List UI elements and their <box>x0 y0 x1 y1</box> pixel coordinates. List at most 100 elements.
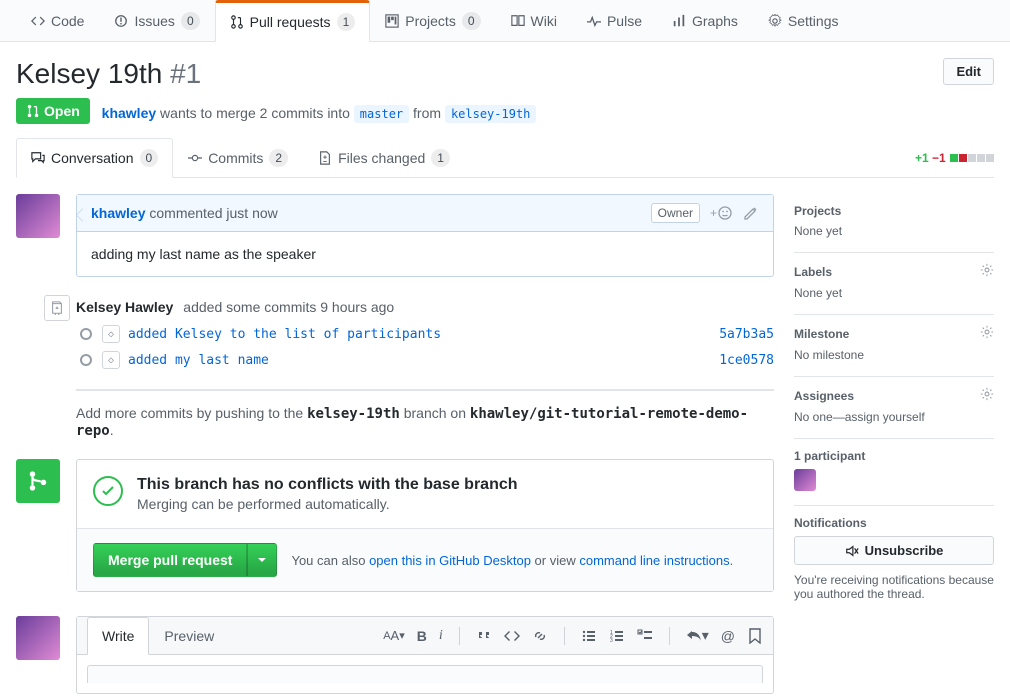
pr-number: #1 <box>170 58 201 89</box>
tab-code[interactable]: Code <box>16 2 99 39</box>
sidebar-projects-title: Projects <box>794 204 841 218</box>
svg-text:3: 3 <box>610 638 613 644</box>
tab-projects[interactable]: Projects 0 <box>370 1 495 40</box>
chevron-down-icon <box>258 558 266 566</box>
edit-button[interactable]: Edit <box>943 58 994 85</box>
diffbox <box>977 154 985 162</box>
projects-count: 0 <box>462 12 481 30</box>
tab-pull-requests[interactable]: Pull requests 1 <box>215 0 371 42</box>
state-badge: Open <box>16 98 90 124</box>
tab-wiki[interactable]: Wiki <box>496 2 572 39</box>
tab-settings-label: Settings <box>788 13 839 29</box>
project-icon <box>385 14 399 28</box>
avatar[interactable] <box>16 194 60 238</box>
avatar[interactable] <box>16 616 60 660</box>
tab-pulse[interactable]: Pulse <box>572 2 657 39</box>
unsubscribe-button[interactable]: Unsubscribe <box>794 536 994 565</box>
commit-row: ◇ added Kelsey to the list of participan… <box>76 321 774 347</box>
comment-author[interactable]: khawley <box>91 205 145 221</box>
head-branch[interactable]: kelsey-19th <box>445 105 536 123</box>
merge-dropdown-button[interactable] <box>247 543 277 577</box>
markdown-toolbar: AA▾ B i 123 ▾ <box>383 627 763 645</box>
tab-commits[interactable]: Commits 2 <box>173 138 303 177</box>
base-branch[interactable]: master <box>354 105 409 123</box>
sidebar-projects: Projects None yet <box>794 194 994 253</box>
files-count: 1 <box>431 149 450 167</box>
sidebar-assignees-title: Assignees <box>794 389 854 403</box>
commits-count: 2 <box>269 149 288 167</box>
conversation-count: 0 <box>140 149 159 167</box>
sidebar-labels-value: None yet <box>794 286 994 300</box>
sidebar-milestone-value: No milestone <box>794 348 994 362</box>
repo-icon: ◇ <box>102 351 120 369</box>
bold-button[interactable]: B <box>417 628 427 644</box>
preview-tab[interactable]: Preview <box>149 617 229 655</box>
sidebar-notifications: Notifications Unsubscribe You're receivi… <box>794 506 994 615</box>
push-hint-mid: branch on <box>400 405 470 421</box>
file-diff-icon <box>318 151 332 165</box>
sidebar-projects-value: None yet <box>794 224 994 238</box>
tab-issues[interactable]: Issues 0 <box>99 1 214 40</box>
edit-comment-button[interactable] <box>743 205 759 221</box>
merge-also-pre: You can also <box>291 553 369 568</box>
mute-icon <box>845 544 859 558</box>
tab-code-label: Code <box>51 13 84 29</box>
milestone-gear[interactable] <box>980 325 994 342</box>
commit-sha[interactable]: 5a7b3a5 <box>719 327 774 342</box>
sidebar-participants: 1 participant <box>794 439 994 506</box>
unsubscribe-label: Unsubscribe <box>865 543 944 558</box>
heading-button[interactable]: AA▾ <box>383 628 405 643</box>
reply-button[interactable]: ▾ <box>686 627 709 644</box>
sidebar-labels-title: Labels <box>794 265 832 279</box>
diffstat-minus: −1 <box>932 151 946 165</box>
merge-text-mid: wants to merge 2 commits into <box>156 105 354 121</box>
owner-badge: Owner <box>651 203 700 223</box>
open-desktop-link[interactable]: open this in GitHub Desktop <box>369 553 531 568</box>
commit-message[interactable]: added Kelsey to the list of participants <box>128 327 441 342</box>
comment-discussion-icon <box>31 151 45 165</box>
issue-icon <box>114 14 128 28</box>
link-button[interactable] <box>532 628 548 644</box>
merge-also-mid: or view <box>531 553 579 568</box>
notifications-note: You're receiving notifications because y… <box>794 573 994 601</box>
add-reaction-button[interactable]: + <box>710 205 733 221</box>
ol-button[interactable]: 123 <box>609 628 625 644</box>
gear-icon <box>980 325 994 339</box>
comment-textarea[interactable] <box>87 665 763 683</box>
pr-author[interactable]: khawley <box>102 105 156 121</box>
check-circle-icon <box>93 476 123 506</box>
italic-button[interactable]: i <box>439 628 443 644</box>
diffbox <box>986 154 994 162</box>
assignees-gear[interactable] <box>980 387 994 404</box>
diffstat-plus: +1 <box>915 151 929 165</box>
tab-graphs[interactable]: Graphs <box>657 2 753 39</box>
issues-count: 0 <box>181 12 200 30</box>
participant-avatar[interactable] <box>794 469 816 491</box>
diffbox <box>968 154 976 162</box>
sidebar-assignees: Assignees No one—assign yourself <box>794 377 994 439</box>
tab-graphs-label: Graphs <box>692 13 738 29</box>
code-button[interactable] <box>504 628 520 644</box>
cli-instructions-link[interactable]: command line instructions <box>579 553 729 568</box>
tab-settings[interactable]: Settings <box>753 2 854 39</box>
merge-section: This branch has no conflicts with the ba… <box>16 459 774 592</box>
pr-meta: Open khawley wants to merge 2 commits in… <box>16 98 994 124</box>
ul-button[interactable] <box>581 628 597 644</box>
merge-button[interactable]: Merge pull request <box>93 543 247 577</box>
assign-yourself-link[interactable]: No one—assign yourself <box>794 410 925 424</box>
from-text: from <box>413 105 445 121</box>
saved-reply-button[interactable] <box>747 628 763 644</box>
tab-files-changed[interactable]: Files changed 1 <box>303 138 465 177</box>
commit-sha[interactable]: 1ce0578 <box>719 353 774 368</box>
git-pull-request-icon <box>230 15 244 29</box>
code-icon <box>31 14 45 28</box>
tab-conversation[interactable]: Conversation 0 <box>16 138 173 178</box>
labels-gear[interactable] <box>980 263 994 280</box>
tasklist-button[interactable] <box>637 628 653 644</box>
commit-message[interactable]: added my last name <box>128 353 269 368</box>
diffbox <box>959 154 967 162</box>
commits-actor[interactable]: Kelsey Hawley <box>76 299 173 315</box>
write-tab[interactable]: Write <box>87 617 149 655</box>
mention-button[interactable]: @ <box>721 628 735 644</box>
quote-button[interactable] <box>476 628 492 644</box>
